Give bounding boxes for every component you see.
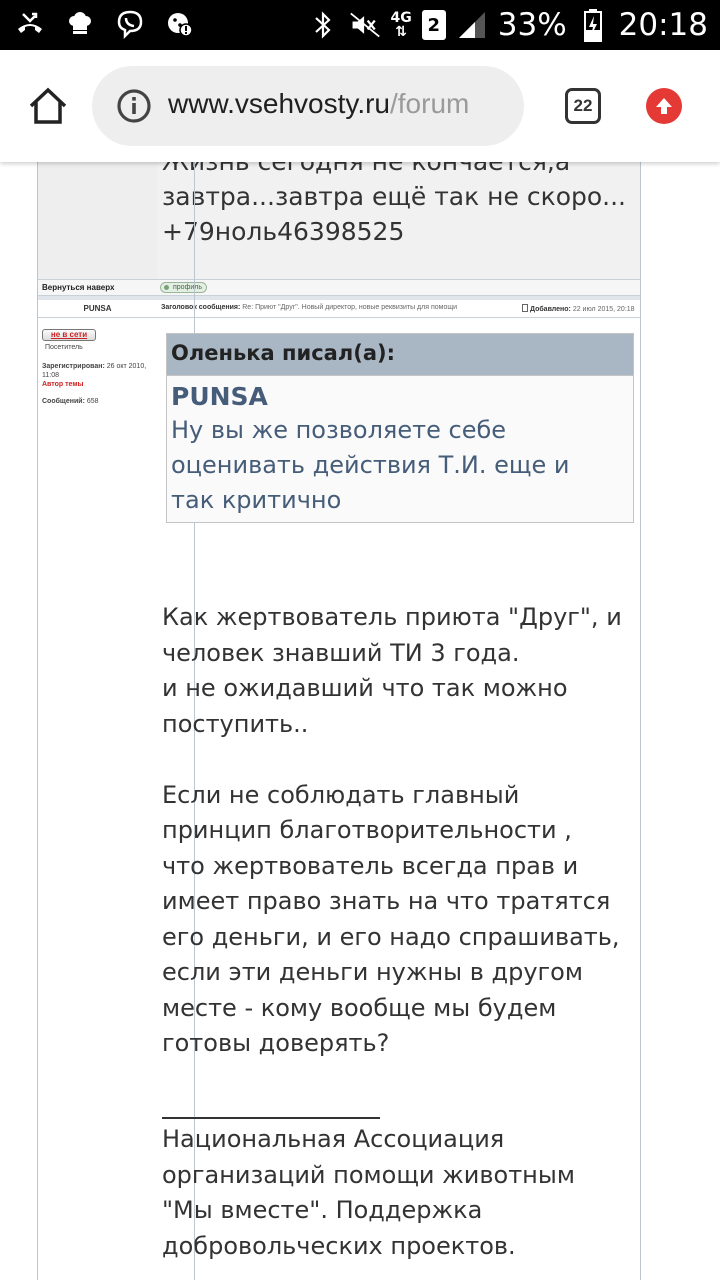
bluetooth-icon	[307, 9, 339, 41]
text-line: так критично	[171, 486, 342, 514]
subject-text: Re: Приют "Друг". Новый директор, новые …	[242, 304, 458, 311]
url-path: /forum	[390, 88, 470, 119]
text-line: организаций помощи животным	[162, 1160, 575, 1189]
chef-hat-icon	[64, 8, 96, 40]
messages-label: Сообщений:	[42, 398, 85, 405]
text-line: имеет право знать на что тратятся	[162, 887, 611, 915]
cookie-alert-icon	[164, 8, 196, 40]
text-line: +79ноль46398525	[162, 217, 405, 246]
text-line: и не ожидавший что так можно	[162, 674, 568, 702]
post-signature: Национальная Ассоциация организаций помо…	[162, 1122, 642, 1264]
mute-icon	[349, 9, 381, 41]
home-icon	[29, 87, 67, 124]
signal-icon	[456, 9, 488, 41]
text-line: его деньги, и его надо спрашивать,	[162, 922, 620, 951]
quote-nested-author: PUNSA	[171, 382, 268, 411]
viber-icon	[114, 8, 146, 40]
topic-author-badge: Автор темы	[42, 381, 84, 388]
messages-count: 658	[86, 398, 99, 405]
tab-switcher-button[interactable]: 22	[565, 88, 601, 124]
forum-page: Жизнь сегодня не кончается,а завтра...за…	[0, 162, 720, 1280]
text-line: Ну вы же позволяете себе	[171, 416, 507, 444]
post-date: Добавлено: 22 июл 2015, 20:18	[522, 304, 635, 313]
user-info: не в сети Посетитель Зарегистрирован: 26…	[42, 329, 154, 406]
user-rank: Посетитель	[45, 344, 83, 351]
text-line: принцип благотворительности ,	[162, 816, 572, 844]
profile-button[interactable]: профиль	[160, 282, 207, 293]
sim-slot-badge: 2	[421, 10, 446, 40]
previous-post-body: Жизнь сегодня не кончается,а завтра...за…	[38, 162, 640, 279]
post-author[interactable]: PUNSA	[38, 304, 157, 313]
network-type: 4G ⇅	[390, 10, 412, 40]
system-icons: 4G ⇅ 2 33% 20:18	[307, 6, 708, 44]
previous-post-text: Жизнь сегодня не кончается,а завтра...за…	[162, 162, 626, 249]
text-line: Жизнь сегодня не кончается,а	[162, 162, 626, 179]
text-line: поступить..	[162, 709, 309, 738]
text-line: человек знавший ТИ 3 года.	[162, 638, 520, 667]
registered-label: Зарегистрирован:	[42, 363, 105, 370]
battery-percent: 33%	[497, 7, 567, 43]
posted-date: 22 июл 2015, 20:18	[572, 306, 635, 313]
text-line: готовы доверять?	[162, 1029, 390, 1057]
url-host: www.vsehvosty.ru	[168, 88, 390, 119]
signature-divider	[162, 1117, 380, 1119]
text-line: Если не соблюдать главный	[162, 780, 520, 809]
post-link-icon[interactable]	[522, 304, 528, 312]
missed-call-icon	[14, 8, 46, 40]
post-message: Как жертвователь приюта "Друг", и челове…	[162, 600, 642, 1062]
post-header: PUNSA Заголовок сообщения: Re: Приют "Др…	[38, 300, 640, 318]
info-icon[interactable]	[116, 88, 152, 124]
update-button[interactable]	[646, 88, 682, 124]
browser-toolbar: www.vsehvosty.ru/forum 22	[0, 50, 720, 162]
text-line: "Мы вместе". Поддержка	[162, 1196, 483, 1224]
notification-icons	[14, 8, 196, 40]
battery-charging-icon	[577, 9, 609, 42]
text-line: Как жертвователь приюта "Друг", и	[162, 603, 622, 631]
text-line: Национальная Ассоциация	[162, 1125, 505, 1153]
clock: 20:18	[618, 7, 708, 43]
posted-label: Добавлено:	[530, 306, 571, 313]
user-registered: Зарегистрирован: 26 окт 2010, 11:08	[42, 362, 154, 380]
home-button[interactable]	[26, 84, 70, 128]
url-text[interactable]: www.vsehvosty.ru/forum	[168, 88, 508, 120]
text-line: месте - кому вообще мы будем	[162, 993, 557, 1022]
text-line: завтра...завтра ещё так не скоро...	[162, 182, 626, 211]
back-to-top-link[interactable]: Вернуться наверх	[42, 283, 114, 292]
status-bar: 4G ⇅ 2 33% 20:18	[0, 0, 720, 50]
previous-post-user-column	[38, 162, 157, 279]
post-subject: Заголовок сообщения: Re: Приют "Друг". Н…	[161, 304, 457, 311]
subject-label: Заголовок сообщения:	[161, 304, 241, 311]
previous-post-footer: Вернуться наверх профиль	[38, 279, 640, 296]
text-line: что жертвователь всегда прав и	[162, 851, 579, 880]
arrow-up-icon	[656, 98, 672, 114]
url-bar[interactable]: www.vsehvosty.ru/forum	[92, 66, 524, 146]
text-line: если эти деньги нужны в другом	[162, 958, 583, 986]
quote-block: Оленька писал(а): PUNSA Ну вы же позволя…	[166, 333, 634, 523]
quote-body: PUNSA Ну вы же позволяете себе оценивать…	[167, 376, 633, 522]
text-line: добровольческих проектов.	[162, 1231, 516, 1260]
quote-header: Оленька писал(а):	[167, 334, 633, 376]
user-messages: Сообщений: 658	[42, 397, 154, 406]
offline-badge: не в сети	[42, 329, 96, 341]
quote-text: Ну вы же позволяете себе оценивать дейст…	[171, 413, 629, 518]
forum-table: Жизнь сегодня не кончается,а завтра...за…	[37, 162, 641, 1280]
text-line: оценивать действия Т.И. еще и	[171, 451, 570, 479]
